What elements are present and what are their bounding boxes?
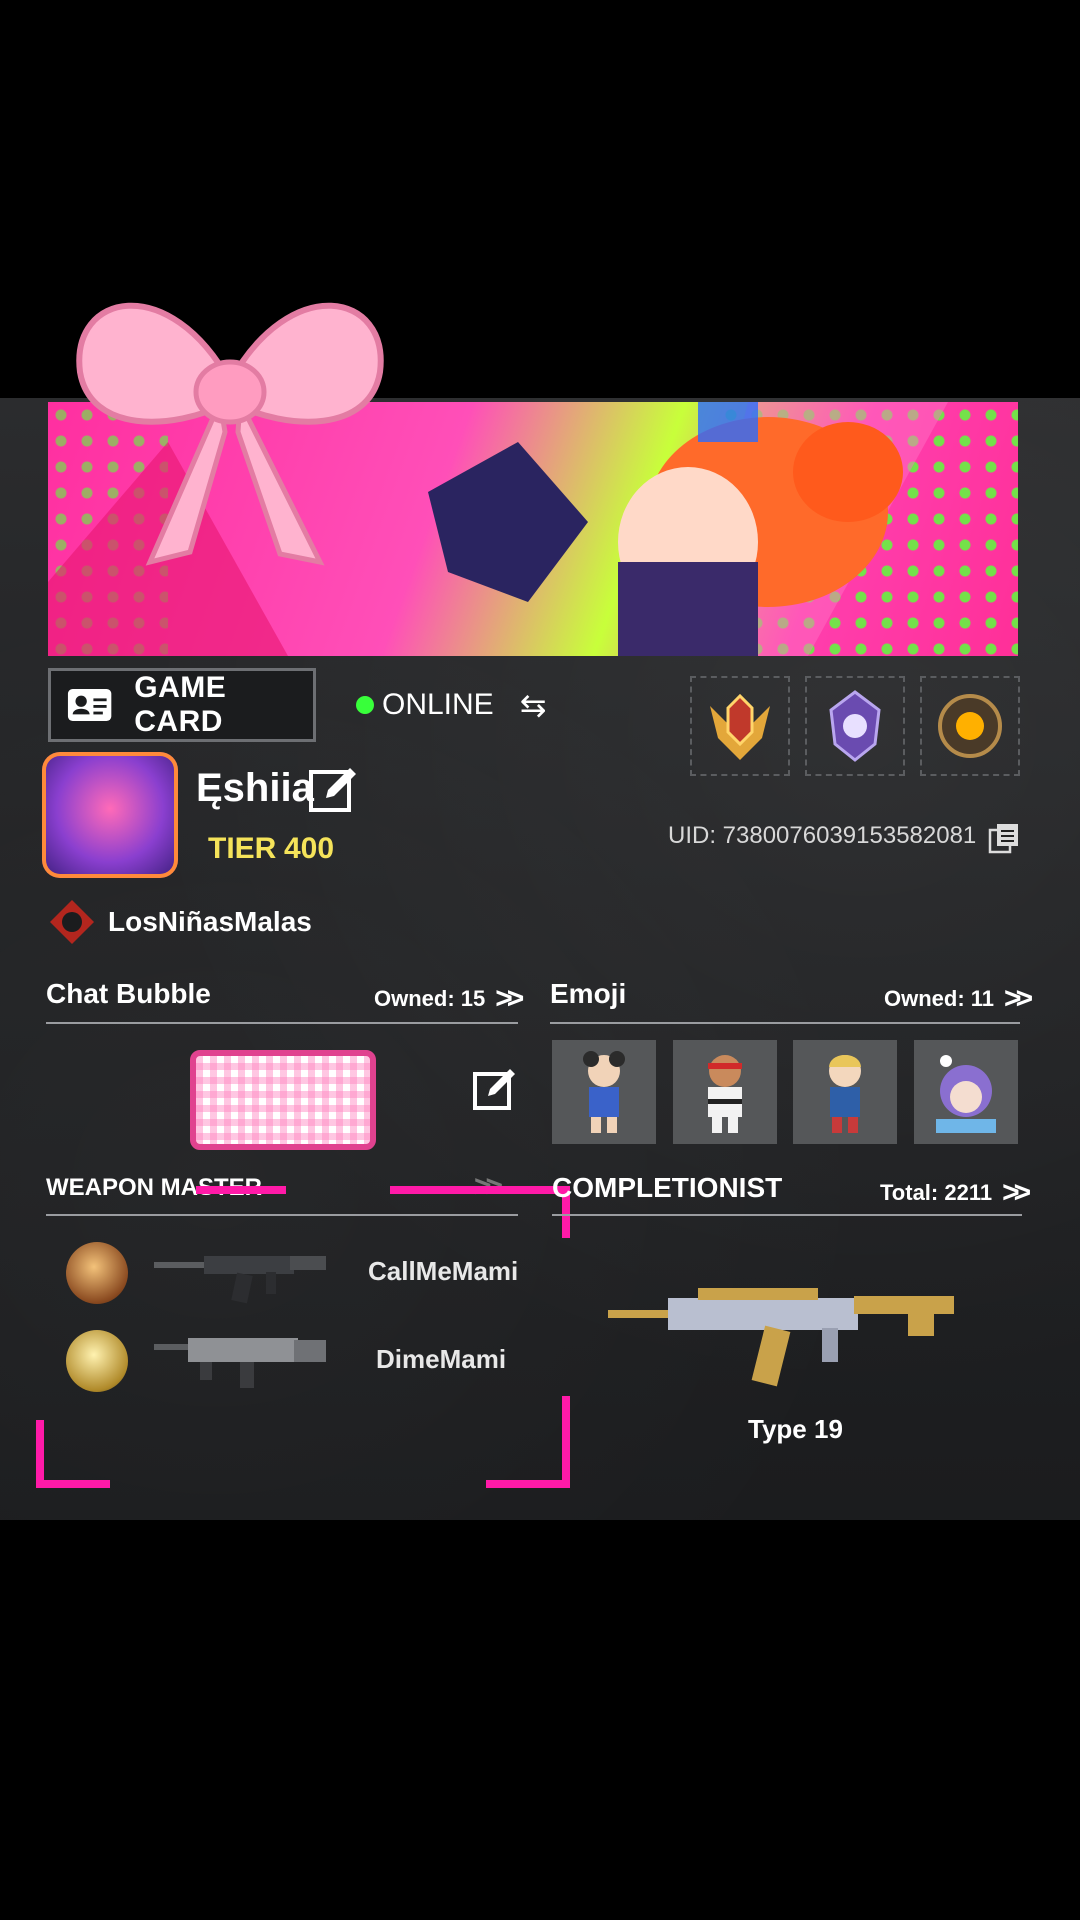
swap-arrows-icon[interactable]: ⇆ (520, 686, 547, 724)
emoji-slot-2[interactable] (673, 1040, 777, 1144)
emoji-owned-count: Owned: 11 (884, 986, 995, 1011)
emoji-slot-1[interactable] (552, 1040, 656, 1144)
completionist-total-link[interactable]: Total: 2211 >> (880, 1176, 1031, 1210)
emoji-owned-link[interactable]: Owned: 11 >> (884, 982, 1033, 1016)
completionist-title: COMPLETIONIST (552, 1172, 783, 1203)
emoji-slot-4[interactable] (914, 1040, 1018, 1144)
rank-badge-gold[interactable] (690, 676, 790, 776)
double-chevron-right-icon: >> (495, 982, 524, 1015)
gold-wings-rank-icon (710, 693, 770, 760)
chibi-fighter-blonde-emoji (829, 1055, 861, 1133)
online-dot-icon (356, 696, 374, 714)
tier-value: 400 (284, 832, 335, 865)
weapon-master-row-2-name: DimeMami (376, 1344, 507, 1374)
type19-rifle-icon (608, 1288, 954, 1387)
chibi-fighter-red-emoji (708, 1055, 742, 1133)
rank-badge-orb[interactable] (920, 676, 1020, 776)
purple-crest-rank-icon (829, 690, 881, 762)
chibi-purple-hair-emoji (936, 1055, 996, 1133)
emoji-divider (550, 1022, 1020, 1024)
edit-chat-bubble-icon[interactable] (472, 1066, 518, 1112)
emoji-slot-3[interactable] (793, 1040, 897, 1144)
completionist-weapon-name: Type 19 (748, 1414, 843, 1444)
online-status: ONLINE ⇆ (356, 686, 547, 724)
copy-uid-icon[interactable] (988, 822, 1020, 854)
chat-bubble-owned-count: Owned: 15 (374, 986, 486, 1011)
pink-frame-bottom-right (486, 1396, 570, 1488)
pink-bow-sticker (76, 302, 384, 566)
player-uid: UID: 7380076039153582081 (668, 822, 977, 849)
chat-bubble-divider (46, 1022, 518, 1024)
game-card-label: GAME CARD (134, 671, 227, 738)
online-status-text: ONLINE (382, 688, 494, 721)
pink-frame-top-left (196, 1186, 286, 1194)
rank-badge-purple[interactable] (805, 676, 905, 776)
pink-frame-top-right (390, 1186, 570, 1238)
completionist-divider (552, 1214, 1022, 1216)
chat-bubble-title: Chat Bubble (46, 978, 211, 1009)
assault-rifle-icon (154, 1256, 326, 1304)
player-name: Ęshiia (196, 766, 314, 810)
game-card-button[interactable]: GAME CARD (48, 668, 316, 742)
weapon-mastery-emblem-gold (66, 1330, 128, 1392)
tier-label: TIER (208, 832, 277, 865)
double-chevron-right-icon: >> (1002, 1176, 1031, 1209)
chat-bubble-preview[interactable] (190, 1050, 376, 1150)
chat-bubble-owned-link[interactable]: Owned: 15 >> (374, 982, 524, 1016)
emoji-title: Emoji (550, 978, 627, 1009)
edit-name-icon[interactable] (308, 764, 358, 814)
weapon-mastery-emblem-bronze (66, 1242, 128, 1304)
player-avatar[interactable] (42, 752, 178, 878)
clan-emblem-icon (50, 900, 94, 944)
weapon-master-row-1-name: CallMeMami (368, 1256, 519, 1286)
golden-orb-rank-icon (938, 694, 1002, 758)
completionist-total: Total: 2211 (880, 1180, 993, 1205)
clan-name[interactable]: LosNiñasMalas (108, 906, 312, 938)
chibi-fighter-blue-emoji (583, 1051, 625, 1133)
smg-icon (154, 1338, 326, 1388)
double-chevron-right-icon: >> (1004, 982, 1033, 1015)
pink-frame-bottom-left (36, 1420, 110, 1488)
id-card-icon (67, 688, 112, 722)
